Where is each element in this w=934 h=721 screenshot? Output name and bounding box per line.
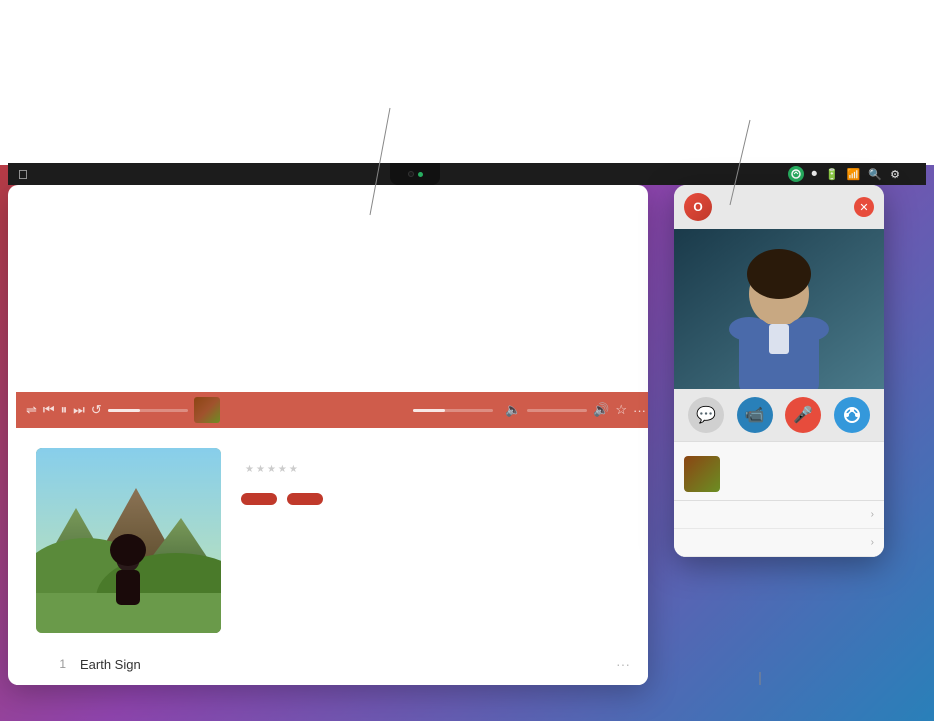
album-cover	[36, 448, 221, 633]
volume-slider[interactable]	[527, 409, 587, 412]
shareplay-button[interactable]	[834, 397, 870, 433]
album-meta: ★★★★★	[241, 464, 636, 475]
repeat-icon[interactable]: ↺	[91, 402, 102, 418]
facetime-settings: › ›	[674, 500, 884, 557]
music-app-window: ⇌ ⏮ ⏸ ⏭ ↺ 🔈 🔊 ☆ ···	[8, 185, 648, 685]
video-frame	[674, 229, 884, 389]
mute-button[interactable]: 🎤	[785, 397, 821, 433]
track-row[interactable]: 2 I Don't 3:23 ···	[36, 680, 636, 685]
album-header: ★★★★★	[16, 428, 648, 648]
volume-icon: 🔈	[505, 402, 521, 418]
play-pause-icon[interactable]: ⏸	[61, 402, 68, 418]
track-list: 1 Earth Sign ··· 2 I Don't 3:23 ··· 3 Wh…	[16, 648, 648, 685]
video-button[interactable]: 📹	[737, 397, 773, 433]
album-info: ★★★★★	[241, 448, 636, 505]
next-icon[interactable]: ⏭	[73, 402, 85, 418]
star-icon[interactable]: ☆	[615, 402, 627, 418]
shareplay-badge[interactable]	[788, 166, 804, 182]
control-center-icon[interactable]: ⚙	[890, 168, 900, 181]
more-icon[interactable]: ···	[633, 403, 646, 418]
chevron-right-icon: ›	[871, 509, 874, 520]
chevron-right-icon-2: ›	[871, 537, 874, 548]
shareplay-icon	[843, 406, 861, 424]
play-button[interactable]	[241, 493, 277, 505]
battery-icon: 🔋	[825, 168, 839, 181]
progress-fill	[108, 409, 140, 412]
track-row[interactable]: 1 Earth Sign ···	[36, 648, 636, 680]
annotation-area	[0, 0, 934, 165]
close-button[interactable]: ✕	[854, 197, 874, 217]
video-feed	[674, 229, 884, 389]
caller-avatar: O	[684, 193, 712, 221]
prev-icon[interactable]: ⏮	[43, 402, 55, 418]
progress-bar[interactable]	[108, 409, 188, 412]
facetime-controls: 💬 📹 🎤	[674, 389, 884, 441]
mic-setting-row[interactable]: ›	[674, 529, 884, 557]
status-icon-1: ⏺	[812, 168, 818, 181]
action-buttons	[241, 493, 636, 505]
wifi-icon: 📶	[847, 168, 861, 181]
camera-bump	[390, 163, 440, 185]
track-progress[interactable]	[413, 409, 493, 412]
camera-active-indicator	[418, 172, 423, 177]
facetime-header: O ✕	[674, 185, 884, 229]
track-number: 1	[42, 657, 66, 671]
shuffle-button[interactable]	[287, 493, 323, 505]
menu-bar-right: ⏺ 🔋 📶 🔍 ⚙	[788, 166, 926, 182]
apple-menu[interactable]: 	[18, 167, 28, 182]
menu-bar-left: 	[8, 167, 72, 182]
message-button[interactable]: 💬	[688, 397, 724, 433]
music-main-content: ★★★★★ 1 Earth Sign ··· 2 I Don't 3:23	[16, 428, 648, 685]
camera-setting-row[interactable]: ›	[674, 501, 884, 529]
playback-toolbar: ⇌ ⏮ ⏸ ⏭ ↺ 🔈 🔊 ☆ ···	[16, 392, 648, 428]
search-icon[interactable]: 🔍	[868, 168, 882, 181]
current-track	[684, 456, 874, 492]
track-more-button[interactable]: ···	[616, 656, 630, 672]
track-name: Earth Sign	[80, 657, 616, 672]
current-track-art	[684, 456, 720, 492]
currently-playing-section	[674, 441, 884, 500]
volume-max-icon: 🔊	[593, 402, 609, 418]
system-menu-bar:  ⏺ 🔋 📶 🔍 ⚙	[8, 163, 926, 185]
toolbar-album-art	[194, 397, 220, 423]
camera-lens	[408, 171, 414, 177]
shuffle-icon[interactable]: ⇌	[26, 402, 37, 418]
track-progress-fill	[413, 409, 445, 412]
album-cover-art	[36, 448, 221, 633]
star-rating[interactable]: ★★★★★	[245, 464, 298, 475]
facetime-shareplay-popup: O ✕	[674, 185, 884, 557]
